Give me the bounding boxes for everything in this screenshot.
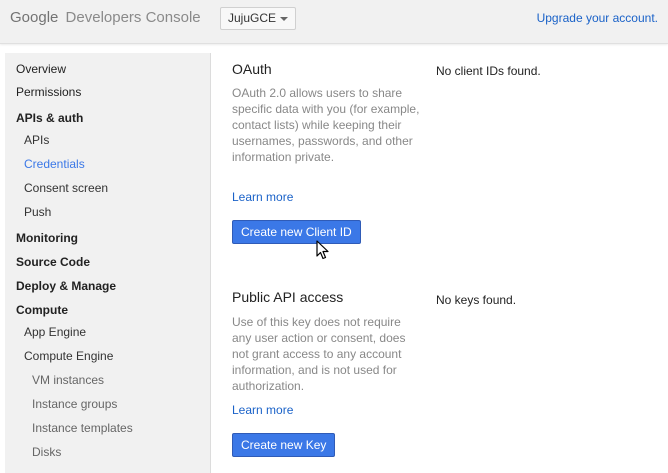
sidebar-item-instance-templates[interactable]: Instance templates [32,421,133,435]
google-logo-text: Google [10,9,59,26]
product-name: Developers Console [65,9,201,26]
sidebar-item-disks[interactable]: Disks [32,445,61,459]
public-api-section-title: Public API access [232,289,344,305]
project-name: JujuGCE [228,11,277,25]
sidebar-item-source-code[interactable]: Source Code [16,255,90,269]
chevron-down-icon [280,17,288,21]
sidebar-item-deploy-manage[interactable]: Deploy & Manage [16,279,116,293]
project-selector[interactable]: JujuGCE [220,7,296,30]
sidebar-item-apis[interactable]: APIs [24,133,49,147]
sidebar-item-consent-screen[interactable]: Consent screen [24,181,108,195]
sidebar-item-compute[interactable]: Compute [16,303,68,317]
oauth-empty-message: No client IDs found. [436,64,541,78]
oauth-section-title: OAuth [232,61,272,77]
oauth-learn-more-link[interactable]: Learn more [232,190,293,204]
sidebar-item-push[interactable]: Push [24,205,51,219]
sidebar-item-overview[interactable]: Overview [16,62,66,76]
sidebar-item-compute-engine[interactable]: Compute Engine [24,349,113,363]
credentials-content: OAuth OAuth 2.0 allows users to share sp… [218,53,668,473]
sidebar-item-instance-groups[interactable]: Instance groups [32,397,117,411]
mouse-pointer-icon [316,240,329,260]
developers-console-logo[interactable]: Google Developers Console [10,9,201,26]
sidebar-item-monitoring[interactable]: Monitoring [16,231,78,245]
top-bar: Google Developers Console JujuGCE Upgrad… [0,0,668,44]
sidebar-item-permissions[interactable]: Permissions [16,85,81,99]
sidebar-nav: Overview Permissions APIs & auth APIs Cr… [5,53,211,473]
create-client-id-button[interactable]: Create new Client ID [232,220,361,244]
sidebar-item-app-engine[interactable]: App Engine [24,325,86,339]
public-api-learn-more-link[interactable]: Learn more [232,403,293,417]
upgrade-account-link[interactable]: Upgrade your account. [537,11,658,25]
public-api-description: Use of this key does not require any use… [232,315,406,393]
create-new-key-button[interactable]: Create new Key [232,433,336,457]
sidebar-item-apis-auth[interactable]: APIs & auth [16,111,83,125]
sidebar-item-credentials[interactable]: Credentials [24,157,85,171]
oauth-description: OAuth 2.0 allows users to share specific… [232,86,420,164]
public-api-empty-message: No keys found. [436,293,517,307]
sidebar-item-vm-instances[interactable]: VM instances [32,373,104,387]
